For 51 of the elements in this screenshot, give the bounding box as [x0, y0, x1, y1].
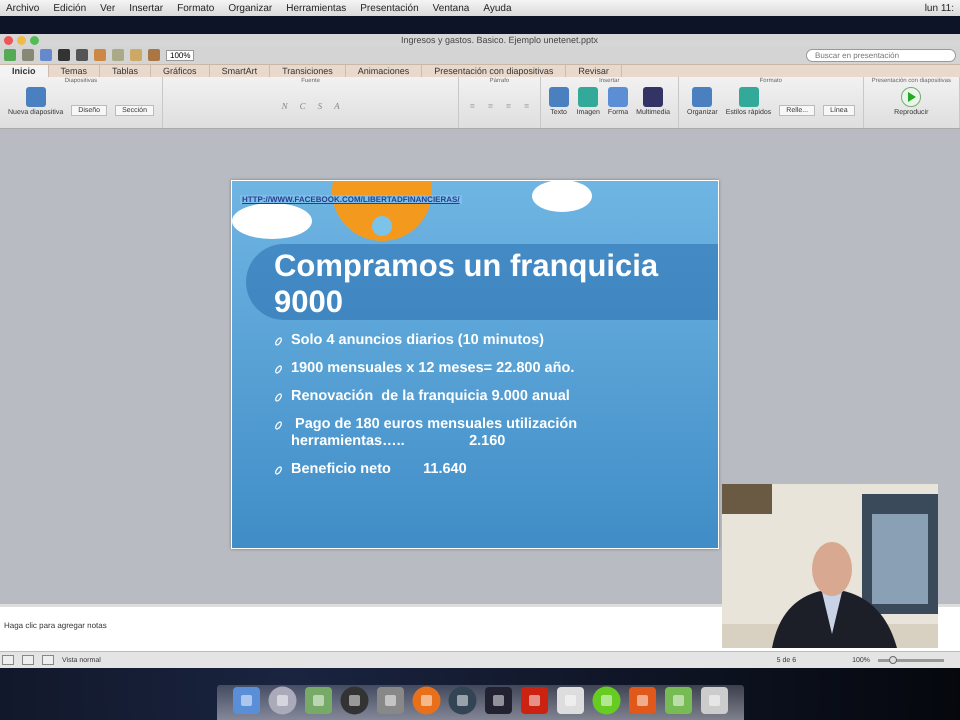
app-icon[interactable]: [410, 685, 442, 716]
toolbar-icon[interactable]: [76, 49, 88, 61]
bullet-text: Solo 4 anuncios diarios (10 minutos): [291, 332, 545, 349]
zoom-slider-thumb[interactable]: [888, 656, 897, 664]
slideshow-view-button[interactable]: [42, 655, 54, 665]
app-icon[interactable]: [662, 685, 694, 716]
bullet-text: Beneficio neto 11.640: [291, 461, 468, 478]
app-icon[interactable]: [266, 685, 298, 716]
menu-item[interactable]: Insertar: [129, 2, 164, 14]
app-icon[interactable]: [302, 685, 334, 716]
bullet-icon: [274, 421, 283, 430]
toolbar-icon[interactable]: [58, 49, 70, 61]
close-button[interactable]: [4, 36, 13, 44]
app-icon[interactable]: [590, 685, 622, 716]
menu-item[interactable]: Presentación: [360, 2, 419, 14]
menu-clock: lun 11:: [924, 2, 954, 14]
zoom-slider[interactable]: [878, 658, 944, 662]
app-icon[interactable]: [374, 685, 406, 716]
menu-item[interactable]: Archivo: [6, 2, 40, 14]
bullet-icon: [274, 393, 283, 402]
app-icon[interactable]: [338, 685, 370, 716]
menu-item[interactable]: Ver: [100, 2, 116, 14]
bullet-text: Renovación de la franquicia 9.000 anual: [291, 388, 571, 405]
menu-item[interactable]: Edición: [53, 2, 86, 14]
slide-title: Compramos un franquicia 9000: [274, 248, 660, 320]
menu-item[interactable]: Herramientas: [286, 2, 346, 14]
bullet-icon: [274, 466, 283, 475]
window-title: Ingresos y gastos. Basico. Ejemplo unetenet.pptx: [400, 35, 600, 45]
play-icon: [906, 92, 916, 102]
sorter-view-button[interactable]: [22, 655, 34, 665]
menu-item[interactable]: Ventana: [432, 2, 470, 14]
app-icon[interactable]: [554, 685, 586, 716]
ribbon-tab[interactable]: Inicio: [0, 65, 49, 77]
normal-view-button[interactable]: [2, 655, 14, 665]
notes-placeholder: Haga clic para agregar notas: [4, 621, 107, 630]
facebook-link[interactable]: HTTP://WWW.FACEBOOK.COM/LIBERTADFINANCIERAS/: [240, 195, 462, 204]
bullet-text: Pago de 180 euros mensuales utilización herramientas….. 2.160: [291, 416, 578, 450]
trash-icon[interactable]: [698, 685, 730, 716]
search-field[interactable]: Buscar en presentación: [806, 48, 956, 62]
bullet-text: 1900 mensuales x 12 meses= 22.800 año.: [291, 360, 576, 377]
bullet-icon: [274, 337, 283, 346]
bullet-icon: [274, 365, 283, 374]
zoom-field[interactable]: 100%: [166, 50, 194, 60]
app-icon[interactable]: [518, 685, 550, 716]
app-icon[interactable]: [446, 685, 478, 716]
menu-item[interactable]: Organizar: [228, 2, 272, 14]
app-icon[interactable]: [482, 685, 514, 716]
menu-item[interactable]: Formato: [177, 2, 214, 14]
app-icon[interactable]: [626, 685, 658, 716]
menu-item[interactable]: Ayuda: [483, 2, 512, 14]
app-icon[interactable]: [230, 685, 262, 716]
